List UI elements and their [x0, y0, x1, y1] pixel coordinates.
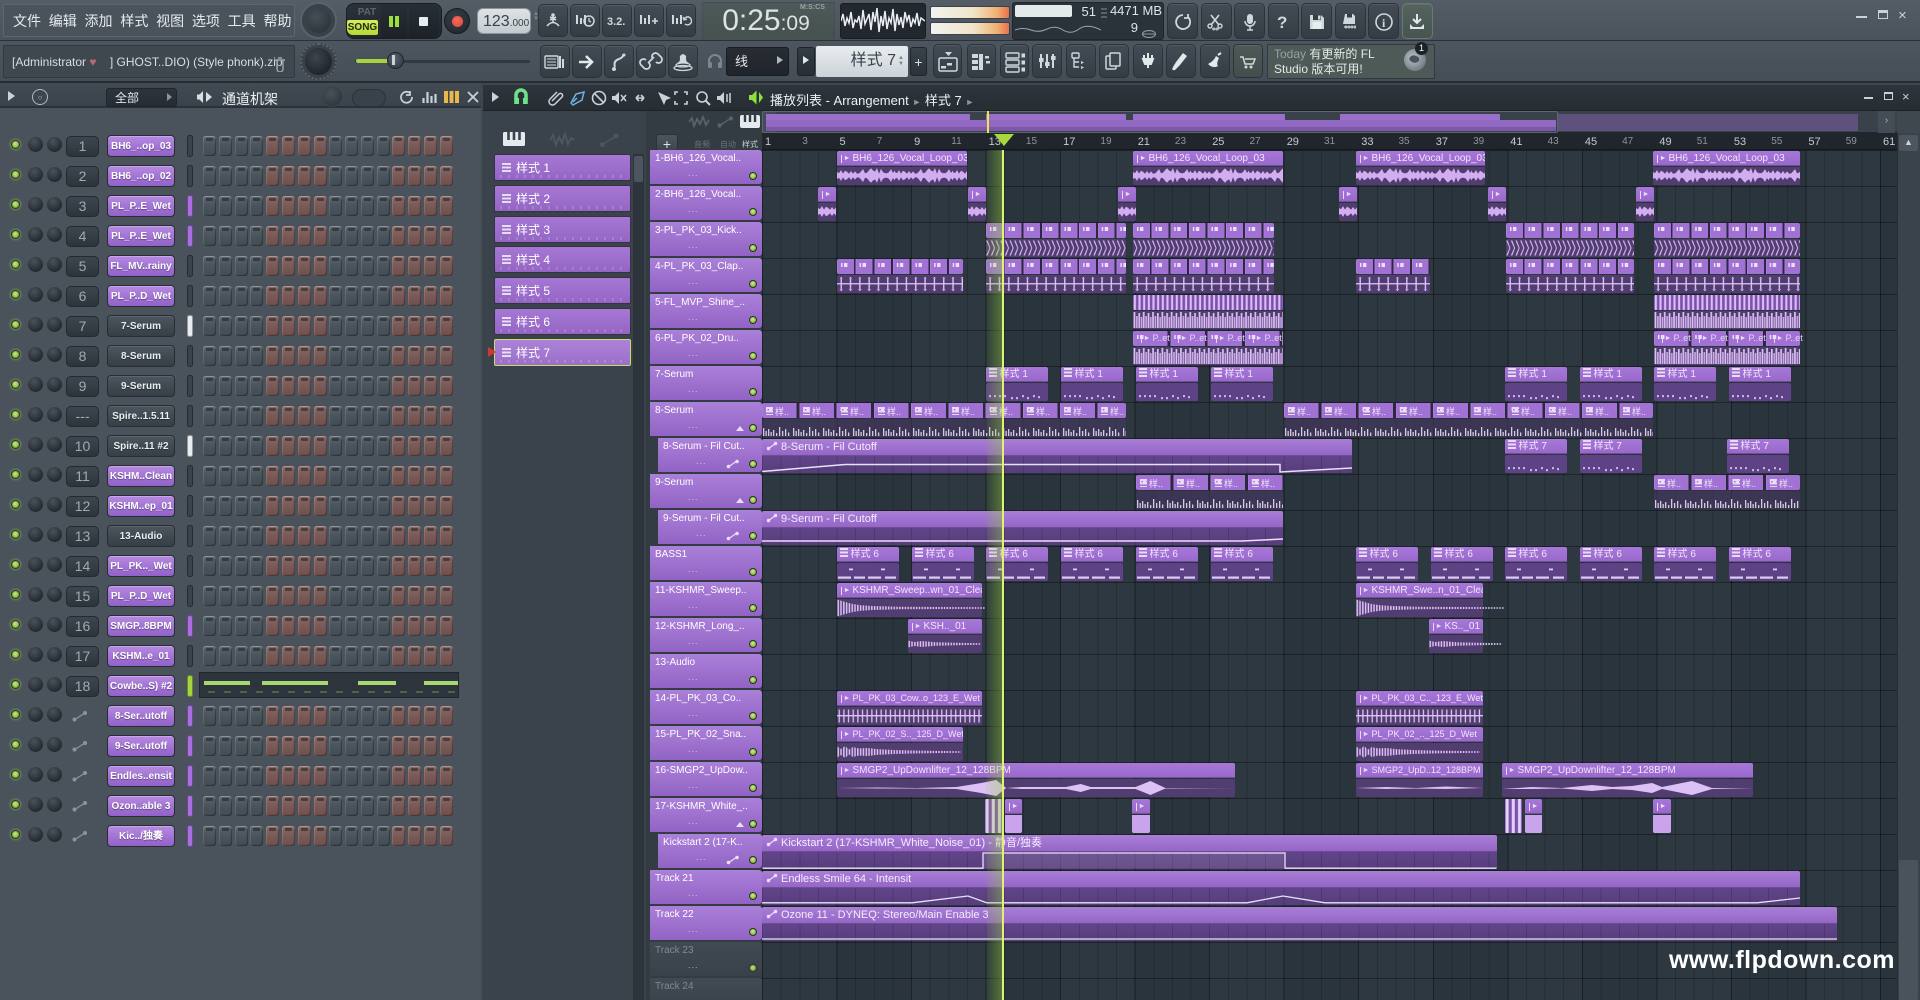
svg-text:i: i [1382, 16, 1386, 30]
svg-text:?: ? [1277, 13, 1287, 32]
svg-text:3.2.: 3.2. [607, 16, 625, 28]
